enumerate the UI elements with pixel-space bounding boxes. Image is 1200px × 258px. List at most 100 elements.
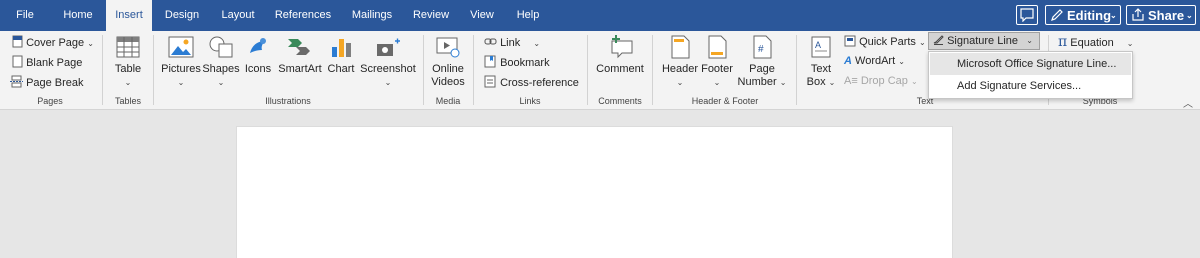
document-page[interactable] [236, 126, 953, 258]
tab-insert[interactable]: Insert [106, 0, 152, 31]
tab-mailings[interactable]: Mailings [344, 0, 400, 31]
icons-button[interactable]: Icons [242, 35, 274, 76]
smartart-label: SmartArt [278, 63, 322, 75]
pages-group-label: Pages [37, 96, 63, 106]
chevron-down-icon: ⌄ [713, 78, 721, 87]
equation-label: Equation [1070, 37, 1114, 49]
collapse-ribbon-icon[interactable]: ︿ [1183, 95, 1193, 110]
picture-icon [168, 36, 194, 58]
tab-layout[interactable]: Layout [216, 0, 260, 31]
chart-icon [332, 39, 351, 57]
page-break-button[interactable]: Page Break [10, 75, 84, 89]
table-icon [116, 36, 140, 58]
chevron-down-icon: ⌄ [1186, 11, 1193, 20]
links-group-label: Links [519, 96, 541, 106]
equation-button[interactable]: π Equation ⌄ [1058, 34, 1133, 50]
group-divider [153, 35, 154, 105]
online-videos-button[interactable]: Online Videos [428, 35, 468, 89]
menu-item-office-signature-line[interactable]: Microsoft Office Signature Line... [930, 53, 1131, 75]
signature-line-label: Signature Line [947, 35, 1019, 47]
signature-line-button[interactable]: Signature Line ⌄ [928, 32, 1040, 50]
bookmark-label: Bookmark [500, 57, 550, 69]
comment-button[interactable]: Comment [594, 35, 646, 76]
shapes-icon [209, 36, 233, 58]
cover-page-label: Cover Page [26, 37, 85, 49]
editing-button[interactable]: Editing ⌄ [1045, 5, 1121, 25]
illustrations-group-label: Illustrations [265, 96, 311, 106]
online-videos-label-2: Videos [431, 76, 465, 88]
text-box-button[interactable]: A Text Box ⌄ [804, 35, 838, 89]
quick-parts-icon [844, 35, 856, 47]
link-icon [484, 38, 497, 45]
online-videos-label-1: Online [432, 63, 464, 75]
link-label: Link [500, 37, 521, 49]
table-label: Table [114, 63, 142, 75]
drop-cap-button[interactable]: A≡ Drop Cap ⌄ [844, 75, 918, 87]
group-divider [473, 35, 474, 105]
cover-page-button[interactable]: Cover Page ⌄ [12, 35, 94, 49]
drop-cap-label: Drop Cap [860, 75, 908, 87]
page-number-button[interactable]: # Page Number ⌄ [737, 35, 787, 89]
footer-button[interactable]: Footer ⌄ [698, 35, 736, 89]
footer-icon [708, 35, 727, 59]
comment-icon [1020, 8, 1034, 22]
wordart-button[interactable]: A WordArt ⌄ [844, 55, 905, 67]
screenshot-button[interactable]: Screenshot ⌄ [358, 35, 418, 89]
new-comment-icon [611, 35, 633, 59]
chevron-down-icon: ⌄ [1110, 11, 1117, 20]
blank-page-icon [12, 55, 23, 68]
cross-reference-icon [484, 75, 496, 88]
tab-bar: File Home Insert Design Layout Reference… [0, 0, 1200, 31]
bookmark-icon [484, 55, 496, 68]
quick-parts-label: Quick Parts [859, 36, 916, 48]
cross-reference-label: Cross-reference [500, 77, 579, 89]
chevron-down-icon: ⌄ [124, 78, 132, 87]
share-icon [1132, 8, 1144, 21]
icons-icon [250, 38, 266, 53]
icons-label: Icons [244, 63, 272, 75]
text-box-label-2: Box [806, 76, 826, 88]
header-button[interactable]: Header ⌄ [660, 35, 700, 89]
svg-text:#: # [758, 44, 764, 55]
tab-review[interactable]: Review [410, 0, 452, 31]
media-group-label: Media [435, 96, 461, 106]
page-number-label-1: Page [749, 63, 775, 75]
svg-text:A: A [815, 40, 821, 50]
chart-button[interactable]: Chart [325, 35, 357, 76]
editing-label: Editing [1067, 8, 1112, 23]
bookmark-button[interactable]: Bookmark [484, 55, 550, 69]
tables-group-label: Tables [114, 96, 141, 106]
comments-button[interactable] [1016, 5, 1038, 25]
smartart-button[interactable]: SmartArt [276, 35, 324, 76]
pictures-label: Pictures [161, 63, 201, 75]
footer-label: Footer [701, 63, 733, 75]
quick-parts-button[interactable]: Quick Parts ⌄ [844, 35, 926, 48]
link-button[interactable]: Link ⌄ [484, 35, 540, 49]
tab-view[interactable]: View [462, 0, 502, 31]
tab-design[interactable]: Design [160, 0, 204, 31]
screenshot-icon [377, 38, 400, 56]
comment-label: Comment [596, 63, 644, 75]
tab-home[interactable]: Home [56, 0, 100, 31]
page-number-icon: # [753, 35, 772, 59]
pictures-button[interactable]: Pictures ⌄ [160, 35, 202, 89]
drop-cap-icon: A≡ [844, 75, 858, 87]
text-box-icon: A [811, 36, 831, 58]
shapes-label: Shapes [202, 63, 240, 75]
tab-help[interactable]: Help [510, 0, 546, 31]
tab-file[interactable]: File [8, 0, 42, 31]
blank-page-label: Blank Page [26, 57, 83, 69]
group-divider [587, 35, 588, 105]
tab-references[interactable]: References [270, 0, 336, 31]
signature-line-icon [933, 35, 944, 45]
menu-item-add-signature-services[interactable]: Add Signature Services... [930, 75, 1131, 97]
shapes-button[interactable]: Shapes ⌄ [202, 35, 240, 89]
chevron-down-icon: ⌄ [177, 78, 185, 87]
screenshot-label: Screenshot [360, 63, 416, 75]
pi-icon: π [1058, 34, 1068, 50]
group-divider [796, 35, 797, 105]
blank-page-button[interactable]: Blank Page [12, 55, 82, 69]
table-button[interactable]: Table ⌄ [110, 35, 146, 89]
share-button[interactable]: Share ⌄ [1126, 5, 1196, 25]
cross-reference-button[interactable]: Cross-reference [484, 75, 579, 89]
